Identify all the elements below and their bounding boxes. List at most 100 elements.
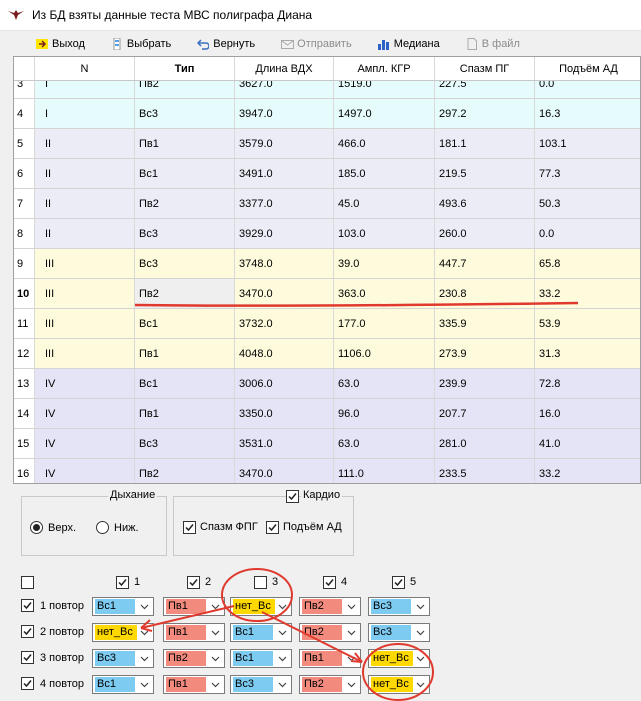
table-row[interactable]: 13 IV Вс1 3006.0 63.0 239.9 72.8 — [14, 369, 640, 399]
select-button[interactable]: Выбрать — [105, 33, 177, 55]
table-row[interactable]: 14 IV Пв1 3350.0 96.0 207.7 16.0 — [14, 399, 640, 429]
cardio-checkbox[interactable] — [286, 490, 299, 503]
cell-rownum[interactable]: 15 — [14, 429, 35, 458]
radio-upper[interactable]: Верх. — [30, 521, 76, 534]
cell-vdh[interactable]: 3929.0 — [235, 219, 334, 248]
cell-rownum[interactable]: 4 — [14, 99, 35, 128]
cell-type[interactable]: Пв1 — [135, 339, 235, 368]
cell-rownum[interactable]: 9 — [14, 249, 35, 278]
cell-vdh[interactable]: 3006.0 — [235, 369, 334, 398]
cell-pg[interactable]: 230.8 — [435, 279, 535, 308]
table-row[interactable]: 8 II Вс3 3929.0 103.0 260.0 0.0 — [14, 219, 640, 249]
cell-kgr[interactable]: 177.0 — [334, 309, 435, 338]
table-row[interactable]: 16 IV Пв2 3470.0 111.0 233.5 33.2 — [14, 459, 640, 483]
cell-vdh[interactable]: 3732.0 — [235, 309, 334, 338]
cell-vdh[interactable]: 3350.0 — [235, 399, 334, 428]
type-dropdown[interactable]: Пв2 — [299, 675, 361, 694]
table-row[interactable]: 11 III Вс1 3732.0 177.0 335.9 53.9 — [14, 309, 640, 339]
exit-button[interactable]: Выход — [30, 33, 91, 55]
cell-kgr[interactable]: 63.0 — [334, 369, 435, 398]
cell-kgr[interactable]: 185.0 — [334, 159, 435, 188]
cell-vdh[interactable]: 3491.0 — [235, 159, 334, 188]
cell-n[interactable]: IV — [35, 399, 135, 428]
type-dropdown[interactable]: Пв1 — [163, 623, 225, 642]
spasm-checkbox[interactable] — [183, 521, 196, 534]
cell-rownum[interactable]: 5 — [14, 129, 35, 158]
bp-checkbox[interactable] — [266, 521, 279, 534]
type-dropdown[interactable]: Вс1 — [230, 649, 292, 668]
cell-pg[interactable]: 335.9 — [435, 309, 535, 338]
cell-rownum[interactable]: 13 — [14, 369, 35, 398]
repeat-checkbox[interactable] — [21, 677, 34, 690]
table-row[interactable]: 15 IV Вс3 3531.0 63.0 281.0 41.0 — [14, 429, 640, 459]
cell-pg[interactable]: 447.7 — [435, 249, 535, 278]
cell-type[interactable]: Вс3 — [135, 249, 235, 278]
cell-vdh[interactable]: 3748.0 — [235, 249, 334, 278]
cell-kgr[interactable]: 111.0 — [334, 459, 435, 483]
type-dropdown[interactable]: Вс3 — [92, 649, 154, 668]
cell-kgr[interactable]: 63.0 — [334, 429, 435, 458]
cell-ad[interactable]: 16.3 — [535, 99, 640, 128]
send-button[interactable]: Отправить — [275, 33, 358, 55]
type-dropdown[interactable]: Вс1 — [230, 623, 292, 642]
cell-n[interactable]: III — [35, 249, 135, 278]
header-type[interactable]: Тип — [135, 57, 235, 80]
table-row[interactable]: 12 III Пв1 4048.0 1106.0 273.9 31.3 — [14, 339, 640, 369]
header-n[interactable]: N — [35, 57, 135, 80]
cell-vdh[interactable]: 3377.0 — [235, 189, 334, 218]
header-pg[interactable]: Спазм ПГ — [435, 57, 535, 80]
cell-ad[interactable]: 33.2 — [535, 279, 640, 308]
cell-vdh[interactable]: 3579.0 — [235, 129, 334, 158]
cell-rownum[interactable]: 14 — [14, 399, 35, 428]
cell-type[interactable]: Пв2 — [135, 279, 235, 308]
type-dropdown[interactable]: Пв1 — [163, 675, 225, 694]
cell-pg[interactable]: 281.0 — [435, 429, 535, 458]
cell-n[interactable]: IV — [35, 429, 135, 458]
type-dropdown[interactable]: Пв1 — [163, 597, 225, 616]
cell-ad[interactable]: 65.8 — [535, 249, 640, 278]
cell-pg[interactable]: 181.1 — [435, 129, 535, 158]
column-checkbox[interactable] — [116, 576, 129, 589]
type-dropdown[interactable]: Пв2 — [299, 597, 361, 616]
cell-type[interactable]: Пв1 — [135, 399, 235, 428]
cell-ad[interactable]: 72.8 — [535, 369, 640, 398]
cell-n[interactable]: II — [35, 189, 135, 218]
cell-ad[interactable]: 77.3 — [535, 159, 640, 188]
cell-n[interactable]: IV — [35, 369, 135, 398]
type-dropdown[interactable]: Пв2 — [163, 649, 225, 668]
type-dropdown[interactable]: нет_Вс — [230, 597, 292, 616]
cell-ad[interactable]: 33.2 — [535, 459, 640, 483]
cell-rownum[interactable]: 8 — [14, 219, 35, 248]
cell-pg[interactable]: 493.6 — [435, 189, 535, 218]
cell-n[interactable]: III — [35, 309, 135, 338]
median-button[interactable]: Медиана — [372, 33, 446, 55]
type-dropdown[interactable]: нет_Вс — [368, 649, 430, 668]
cell-vdh[interactable]: 3947.0 — [235, 99, 334, 128]
cell-ad[interactable]: 16.0 — [535, 399, 640, 428]
cell-pg[interactable]: 233.5 — [435, 459, 535, 483]
data-grid[interactable]: 3 I Пв2 3627.0 1519.0 227.5 0.0 4 I Вс3 3947.0 1497… — [13, 56, 641, 484]
cell-rownum[interactable]: 6 — [14, 159, 35, 188]
type-dropdown[interactable]: Вс1 — [92, 597, 154, 616]
cell-vdh[interactable]: 3470.0 — [235, 279, 334, 308]
cell-kgr[interactable]: 466.0 — [334, 129, 435, 158]
cell-ad[interactable]: 50.3 — [535, 189, 640, 218]
radio-lower[interactable]: Ниж. — [96, 521, 139, 534]
header-kgr[interactable]: Ампл. КГР — [334, 57, 435, 80]
header-ad[interactable]: Подъём АД — [535, 57, 640, 80]
cell-rownum[interactable]: 7 — [14, 189, 35, 218]
cell-type[interactable]: Вс3 — [135, 429, 235, 458]
cell-kgr[interactable]: 1106.0 — [334, 339, 435, 368]
type-dropdown[interactable]: нет_Вс — [368, 675, 430, 694]
select-all-checkbox[interactable] — [21, 576, 34, 589]
column-checkbox[interactable] — [254, 576, 267, 589]
cell-rownum[interactable]: 10 — [14, 279, 35, 308]
cell-n[interactable]: II — [35, 129, 135, 158]
repeat-checkbox[interactable] — [21, 651, 34, 664]
cell-ad[interactable]: 31.3 — [535, 339, 640, 368]
table-row[interactable]: 5 II Пв1 3579.0 466.0 181.1 103.1 — [14, 129, 640, 159]
cell-ad[interactable]: 0.0 — [535, 219, 640, 248]
cell-pg[interactable]: 260.0 — [435, 219, 535, 248]
cell-ad[interactable]: 41.0 — [535, 429, 640, 458]
cell-pg[interactable]: 297.2 — [435, 99, 535, 128]
